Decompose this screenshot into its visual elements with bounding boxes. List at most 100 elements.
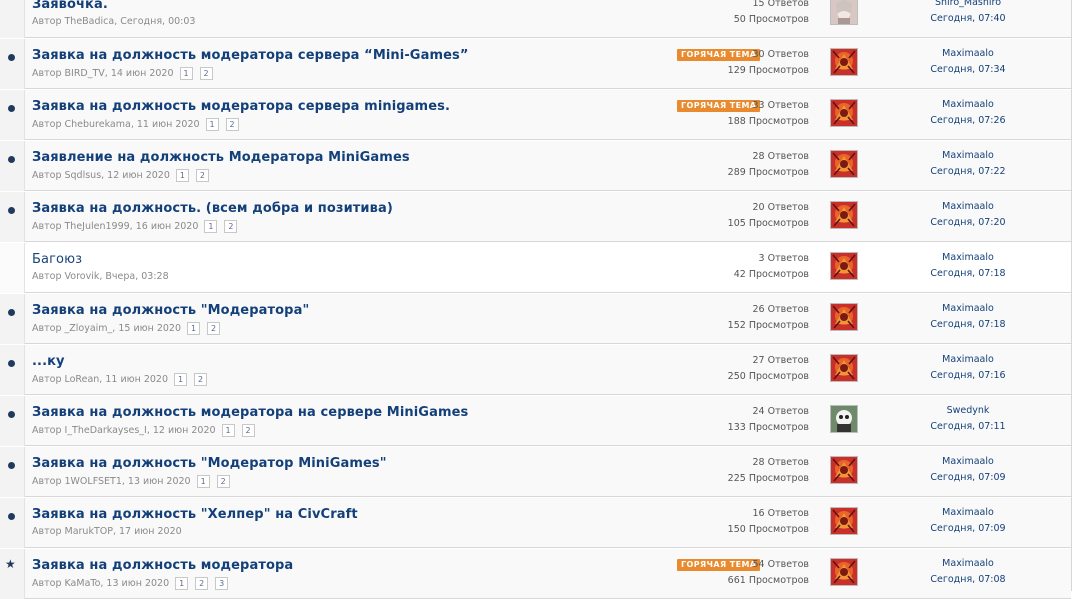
thread-author[interactable]: Автор TheJulen1999, 16 июн 2020 <box>32 221 198 232</box>
table-row[interactable]: ...ку Автор LoRean, 11 июн 2020 1 2 27 Ответ… <box>0 345 1071 395</box>
page-link[interactable]: 1 <box>179 67 193 80</box>
last-post-user[interactable]: Maximaalo <box>898 454 1038 470</box>
table-row[interactable]: Заявка на должность "Хелпер" на CivCraft… <box>0 498 1071 548</box>
page-link[interactable]: 2 <box>194 373 208 386</box>
avatar[interactable] <box>830 150 858 178</box>
page-link[interactable]: 2 <box>199 67 213 80</box>
thread-author[interactable]: Автор LoRean, 11 июн 2020 <box>32 374 168 385</box>
last-post-user[interactable]: Maximaalo <box>898 97 1038 113</box>
unread-dot-icon[interactable] <box>8 156 15 163</box>
last-post-user[interactable]: Maximaalo <box>898 505 1038 521</box>
table-row[interactable]: ★ Заявка на должность модератора Автор KaM… <box>0 549 1071 599</box>
avatar[interactable] <box>830 252 858 280</box>
page-link[interactable]: 1 <box>174 373 188 386</box>
last-post-user[interactable]: Maximaalo <box>898 301 1038 317</box>
unread-dot-icon[interactable] <box>8 54 15 61</box>
last-post-time[interactable]: Сегодня, 07:16 <box>898 368 1038 384</box>
page-link[interactable]: 2 <box>224 220 238 233</box>
thread-title-link[interactable]: Багоюз <box>32 252 82 267</box>
star-icon[interactable]: ★ <box>5 558 16 570</box>
table-row[interactable]: Заявление на должность Модератора MiniGa… <box>0 141 1071 191</box>
unread-dot-icon[interactable] <box>8 513 15 520</box>
table-row[interactable]: Заявка на должность модератора сервера m… <box>0 90 1071 140</box>
last-post-time[interactable]: Сегодня, 07:18 <box>898 317 1038 333</box>
last-post-time[interactable]: Сегодня, 07:22 <box>898 164 1038 180</box>
thread-author[interactable]: Автор 1WOLFSET1, 13 июн 2020 <box>32 476 191 487</box>
thread-author[interactable]: Автор Cheburekama, 11 июн 2020 <box>32 119 200 130</box>
page-link[interactable]: 2 <box>241 424 255 437</box>
last-post-user[interactable]: Maximaalo <box>898 148 1038 164</box>
page-link[interactable]: 2 <box>216 475 230 488</box>
page-link[interactable]: 1 <box>205 118 219 131</box>
thread-author[interactable]: Автор TheBadica, Сегодня, 00:03 <box>32 16 195 27</box>
thread-author[interactable]: Автор I_TheDarkayses_I, 12 июн 2020 <box>32 425 216 436</box>
last-post-time[interactable]: Сегодня, 07:11 <box>898 419 1038 435</box>
avatar[interactable] <box>830 558 858 586</box>
thread-author[interactable]: Автор _Zloyaim_, 15 июн 2020 <box>32 323 181 334</box>
thread-title-link[interactable]: Заявка на должность "Хелпер" на CivCraft <box>32 507 358 522</box>
thread-title-link[interactable]: Заявление на должность Модератора MiniGa… <box>32 150 410 165</box>
last-post-user[interactable]: Maximaalo <box>898 46 1038 62</box>
table-row[interactable]: Заявка на должность модератора на сервер… <box>0 396 1071 446</box>
unread-dot-icon[interactable] <box>8 207 15 214</box>
avatar[interactable] <box>830 354 858 382</box>
last-post-time[interactable]: Сегодня, 07:09 <box>898 521 1038 537</box>
table-row[interactable]: Багоюз Автор Vorovik, Вчера, 03:28 3 Ответ… <box>0 243 1071 293</box>
thread-title-link[interactable]: Заявка на должность "Модератора" <box>32 303 309 318</box>
thread-title-link[interactable]: Заявочка. <box>32 0 108 12</box>
thread-author[interactable]: Автор KaMaTo, 13 июн 2020 <box>32 578 169 589</box>
avatar[interactable] <box>830 456 858 484</box>
last-post-time[interactable]: Сегодня, 07:20 <box>898 215 1038 231</box>
unread-dot-icon[interactable] <box>8 105 15 112</box>
page-link[interactable]: 1 <box>175 577 189 590</box>
table-row[interactable]: Заявочка. Автор TheBadica, Сегодня, 00:03… <box>0 0 1071 38</box>
thread-author[interactable]: Автор Vorovik, Вчера, 03:28 <box>32 271 169 282</box>
table-row[interactable]: Заявка на должность модератора сервера “… <box>0 39 1071 89</box>
table-row[interactable]: Заявка на должность. (всем добра и позит… <box>0 192 1071 242</box>
last-post-user[interactable]: Maximaalo <box>898 250 1038 266</box>
table-row[interactable]: Заявка на должность "Модератора" Автор _Z… <box>0 294 1071 344</box>
last-post-user[interactable]: Swedynk <box>898 403 1038 419</box>
page-link[interactable]: 2 <box>225 118 239 131</box>
page-link[interactable]: 1 <box>187 322 201 335</box>
thread-author[interactable]: Автор BIRD_TV, 14 июн 2020 <box>32 68 174 79</box>
page-link[interactable]: 1 <box>196 475 210 488</box>
avatar[interactable] <box>830 0 858 25</box>
last-post-user[interactable]: Maximaalo <box>898 199 1038 215</box>
avatar[interactable] <box>830 48 858 76</box>
avatar[interactable] <box>830 405 858 433</box>
unread-dot-icon[interactable] <box>8 360 15 367</box>
page-link[interactable]: 2 <box>195 577 209 590</box>
page-link[interactable]: 1 <box>221 424 235 437</box>
unread-dot-icon[interactable] <box>8 462 15 469</box>
page-link[interactable]: 2 <box>207 322 221 335</box>
thread-title-link[interactable]: Заявка на должность модератора сервера “… <box>32 48 469 63</box>
thread-title-link[interactable]: Заявка на должность модератора <box>32 558 293 573</box>
thread-title-link[interactable]: Заявка на должность. (всем добра и позит… <box>32 201 393 216</box>
thread-title-link[interactable]: Заявка на должность модератора сервера m… <box>32 99 450 114</box>
last-post-time[interactable]: Сегодня, 07:40 <box>898 11 1038 27</box>
unread-dot-icon[interactable] <box>8 411 15 418</box>
last-post-user[interactable]: Maximaalo <box>898 352 1038 368</box>
avatar[interactable] <box>830 99 858 127</box>
thread-title-link[interactable]: Заявка на должность "Модератор MiniGames… <box>32 456 387 471</box>
last-post-time[interactable]: Сегодня, 07:34 <box>898 62 1038 78</box>
unread-dot-icon[interactable] <box>8 309 15 316</box>
avatar[interactable] <box>830 201 858 229</box>
last-post-user[interactable]: Shiro_Mashiro <box>898 0 1038 11</box>
page-link[interactable]: 3 <box>215 577 229 590</box>
page-link[interactable]: 2 <box>195 169 209 182</box>
last-post-time[interactable]: Сегодня, 07:09 <box>898 470 1038 486</box>
avatar[interactable] <box>830 303 858 331</box>
page-link[interactable]: 1 <box>175 169 189 182</box>
thread-author[interactable]: Автор MarukTOP, 17 июн 2020 <box>32 526 182 537</box>
last-post-user[interactable]: Maximaalo <box>898 556 1038 572</box>
page-link[interactable]: 1 <box>204 220 218 233</box>
thread-title-link[interactable]: Заявка на должность модератора на сервер… <box>32 405 468 420</box>
last-post-time[interactable]: Сегодня, 07:18 <box>898 266 1038 282</box>
last-post-time[interactable]: Сегодня, 07:08 <box>898 572 1038 588</box>
avatar[interactable] <box>830 507 858 535</box>
thread-author[interactable]: Автор Sqdlsus, 12 июн 2020 <box>32 170 170 181</box>
table-row[interactable]: Заявка на должность "Модератор MiniGames… <box>0 447 1071 497</box>
thread-title-link[interactable]: ...ку <box>32 354 65 369</box>
